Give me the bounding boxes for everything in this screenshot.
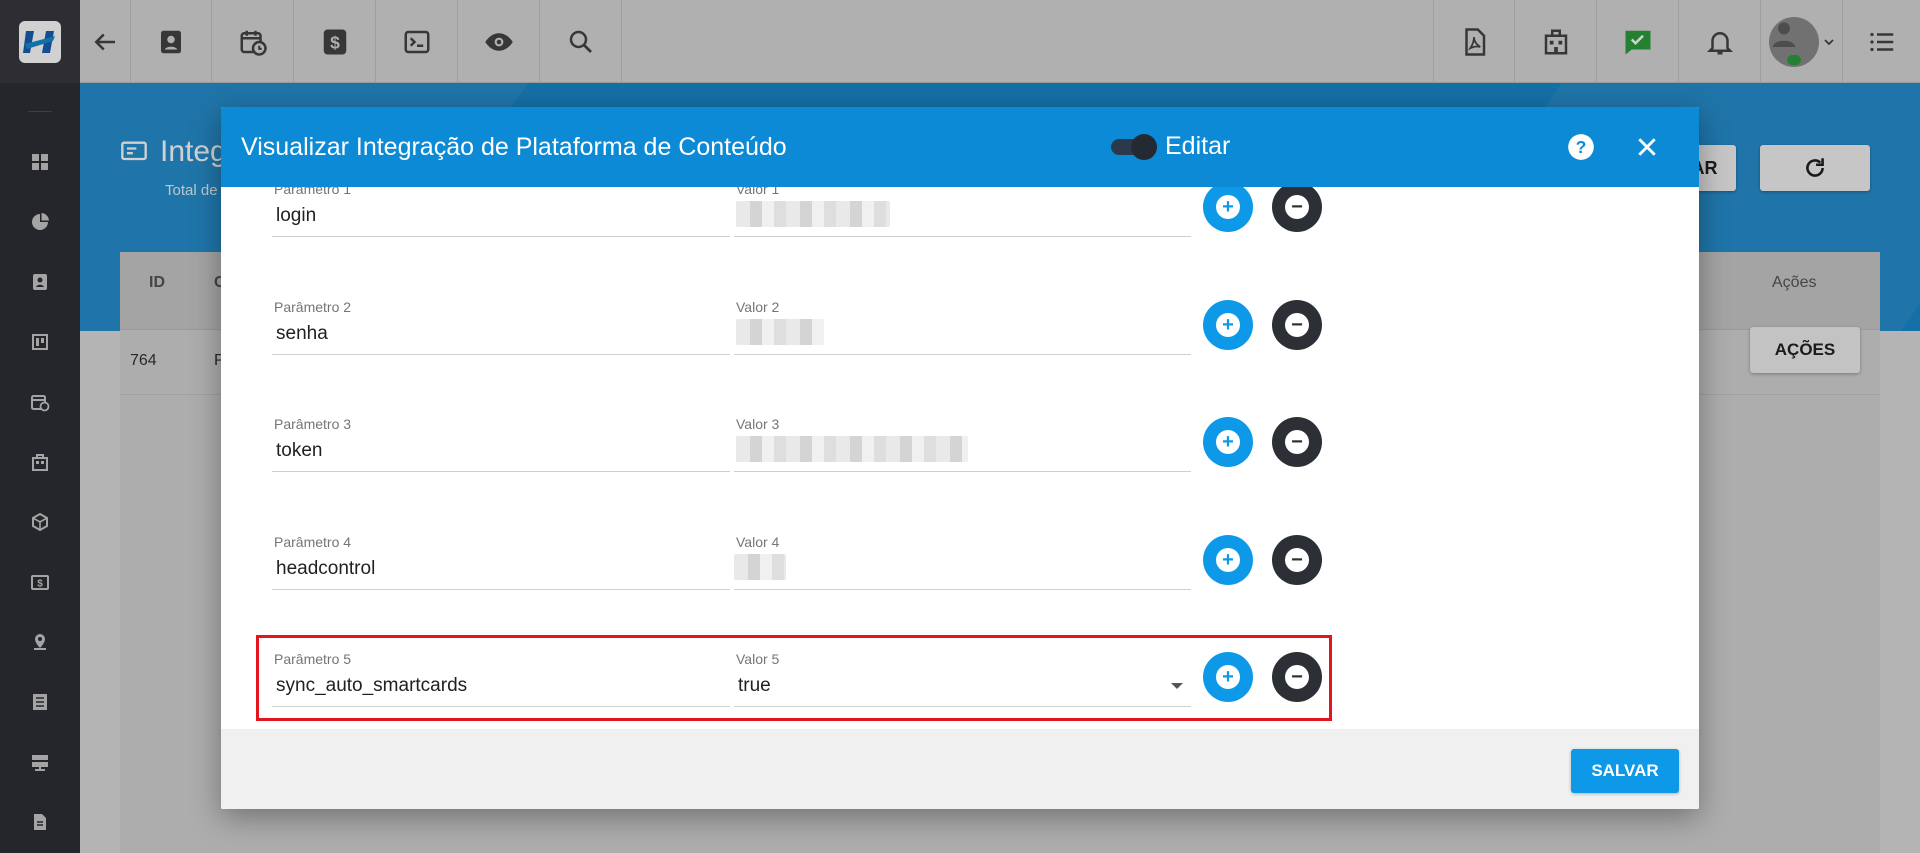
add-param-button[interactable]: +	[1203, 300, 1253, 350]
param-value-field[interactable]: Valor 3	[734, 402, 1191, 472]
add-param-button[interactable]: +	[1203, 535, 1253, 585]
redacted-value	[736, 319, 824, 345]
close-icon	[1638, 138, 1656, 156]
edit-toggle[interactable]	[1111, 134, 1157, 160]
toggle-knob	[1131, 134, 1157, 160]
param-value-field[interactable]: Valor 4	[734, 520, 1191, 590]
minus-circle-icon: −	[1285, 548, 1309, 572]
help-button[interactable]: ?	[1563, 129, 1599, 165]
highlight-box	[256, 635, 1332, 721]
help-icon: ?	[1568, 134, 1594, 160]
minus-circle-icon: −	[1285, 430, 1309, 454]
modal-header: Visualizar Integração de Plataforma de C…	[221, 107, 1699, 187]
param-row-2: Parâmetro 2 senha Valor 2 + −	[221, 285, 1699, 381]
remove-param-button[interactable]: −	[1272, 300, 1322, 350]
param-value-field[interactable]: Valor 2	[734, 285, 1191, 355]
param-row-1: Parâmetro 1 login Valor 1 + −	[221, 187, 1699, 263]
redacted-value	[734, 554, 786, 580]
minus-circle-icon: −	[1285, 313, 1309, 337]
add-param-button[interactable]: +	[1203, 187, 1253, 232]
plus-circle-icon: +	[1216, 430, 1240, 454]
edit-toggle-label: Editar	[1165, 132, 1231, 160]
integration-modal: Visualizar Integração de Plataforma de C…	[221, 107, 1699, 809]
modal-footer: SALVAR	[221, 729, 1699, 809]
param-name-field[interactable]: Parâmetro 4 headcontrol	[272, 520, 730, 590]
param-name-field[interactable]: Parâmetro 1 login	[272, 187, 730, 237]
remove-param-button[interactable]: −	[1272, 417, 1322, 467]
param-name-field[interactable]: Parâmetro 3 token	[272, 402, 730, 472]
svg-text:?: ?	[1576, 137, 1587, 157]
redacted-value	[736, 201, 890, 227]
param-row-3: Parâmetro 3 token Valor 3 + −	[221, 402, 1699, 498]
param-value-field[interactable]: Valor 1	[734, 187, 1191, 237]
save-button[interactable]: SALVAR	[1571, 749, 1679, 793]
minus-circle-icon: −	[1285, 195, 1309, 219]
redacted-value	[736, 436, 968, 462]
add-param-button[interactable]: +	[1203, 417, 1253, 467]
param-row-4: Parâmetro 4 headcontrol Valor 4 + −	[221, 520, 1699, 616]
modal-title: Visualizar Integração de Plataforma de C…	[241, 133, 787, 161]
close-button[interactable]	[1629, 129, 1665, 165]
remove-param-button[interactable]: −	[1272, 535, 1322, 585]
plus-circle-icon: +	[1216, 313, 1240, 337]
param-name-field[interactable]: Parâmetro 2 senha	[272, 285, 730, 355]
plus-circle-icon: +	[1216, 195, 1240, 219]
plus-circle-icon: +	[1216, 548, 1240, 572]
remove-param-button[interactable]: −	[1272, 187, 1322, 232]
